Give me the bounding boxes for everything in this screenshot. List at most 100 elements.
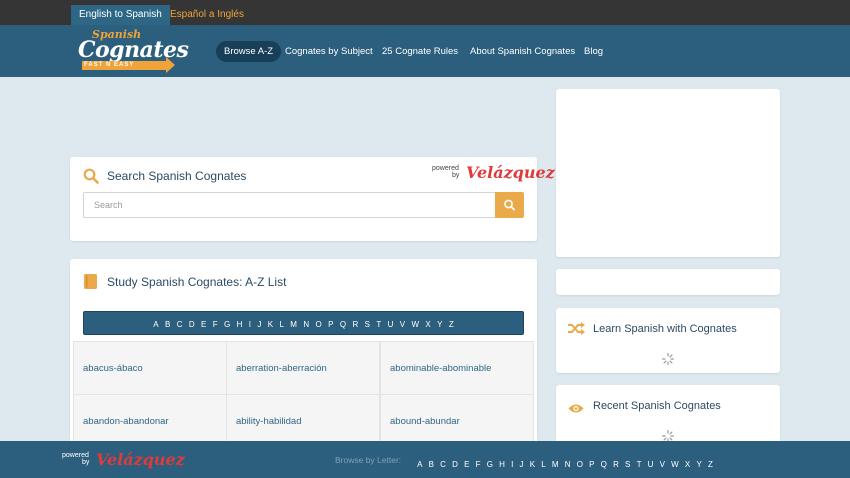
search-input[interactable] [83, 192, 495, 218]
footer-letter-w[interactable]: W [671, 460, 679, 469]
letter-v[interactable]: V [400, 314, 405, 336]
footer-letter-g[interactable]: G [487, 460, 493, 469]
footer-letter-nav: ABCDEFGHIJKLMNOPQRSTUVWXYZ [414, 454, 716, 472]
footer-letter-f[interactable]: F [476, 460, 481, 469]
search-icon [83, 168, 99, 189]
language-bar: English to Spanish Español a Inglés [0, 0, 850, 25]
powered-by-text-2: by [452, 172, 460, 179]
nav-browse-a-z[interactable]: Browse A-Z [216, 41, 282, 62]
footer-letter-q[interactable]: Q [601, 460, 607, 469]
footer-letter-x[interactable]: X [685, 460, 690, 469]
letter-i[interactable]: I [249, 314, 251, 336]
letter-g[interactable]: G [224, 314, 230, 336]
tab-spanish-to-english[interactable]: Español a Inglés [162, 5, 252, 25]
footer-letter-j[interactable]: J [520, 460, 524, 469]
letter-k[interactable]: K [268, 314, 273, 336]
footer-letter-o[interactable]: O [577, 460, 583, 469]
tab-english-to-spanish[interactable]: English to Spanish [71, 5, 170, 25]
footer-letter-k[interactable]: K [530, 460, 535, 469]
letter-m[interactable]: M [290, 314, 297, 336]
book-icon [84, 274, 97, 294]
footer-letter-y[interactable]: Y [696, 460, 701, 469]
letter-u[interactable]: U [388, 314, 394, 336]
eye-icon [568, 401, 584, 419]
footer-letter-m[interactable]: M [552, 460, 559, 469]
cognate-link[interactable]: abacus-ábaco [73, 341, 227, 395]
footer-letter-t[interactable]: T [637, 460, 642, 469]
site-footer: powered by Velázquez Browse by Letter: A… [0, 441, 850, 478]
nav-about-spanish-cognates[interactable]: About Spanish Cognates [470, 41, 575, 62]
nav-blog[interactable]: Blog [584, 41, 603, 62]
learn-spanish-card: Learn Spanish with Cognates [556, 308, 780, 373]
letter-y[interactable]: Y [437, 314, 442, 336]
recent-cognates-title: Recent Spanish Cognates [593, 400, 721, 412]
browse-by-letter-label: Browse by Letter: [335, 455, 402, 465]
cognate-link[interactable]: abandon-abandonar [73, 394, 227, 448]
letter-w[interactable]: W [411, 314, 419, 336]
cognate-link[interactable]: aberration-aberración [226, 341, 380, 395]
footer-letter-z[interactable]: Z [708, 460, 713, 469]
letter-s[interactable]: S [365, 314, 370, 336]
letter-f[interactable]: F [213, 314, 218, 336]
shuffle-icon [568, 322, 585, 340]
footer-letter-r[interactable]: R [613, 460, 619, 469]
letter-z[interactable]: Z [449, 314, 454, 336]
loading-spinner-icon [661, 429, 675, 443]
nav-25-cognate-rules[interactable]: 25 Cognate Rules [382, 41, 458, 62]
site-logo[interactable]: Spanish Cognates FAST N EASY [78, 28, 189, 74]
nav-cognates-by-subject[interactable]: Cognates by Subject [285, 41, 373, 62]
footer-letter-p[interactable]: P [589, 460, 594, 469]
cognate-link[interactable]: ability-habilidad [226, 394, 380, 448]
footer-powered-by-velazquez[interactable]: powered by Velázquez [62, 449, 185, 471]
site-header: Spanish Cognates FAST N EASY Browse A-Z … [0, 25, 850, 77]
footer-letter-n[interactable]: N [565, 460, 571, 469]
az-list-card: Study Spanish Cognates: A-Z List ABCDEFG… [70, 259, 537, 449]
velazquez-logo: Velázquez [96, 450, 185, 469]
sidebar-ad-slot [556, 89, 780, 257]
learn-spanish-title: Learn Spanish with Cognates [593, 323, 737, 335]
letter-b[interactable]: B [165, 314, 170, 336]
powered-by-text: powered [432, 165, 459, 172]
logo-arrowhead [166, 57, 175, 73]
footer-letter-u[interactable]: U [648, 460, 654, 469]
letter-c[interactable]: C [177, 314, 183, 336]
letter-h[interactable]: H [237, 314, 243, 336]
footer-letter-a[interactable]: A [417, 460, 422, 469]
az-list-title: Study Spanish Cognates: A-Z List [107, 275, 287, 289]
letter-l[interactable]: L [279, 314, 283, 336]
search-card-title: Search Spanish Cognates [107, 169, 247, 183]
letter-o[interactable]: O [316, 314, 322, 336]
letter-r[interactable]: R [352, 314, 358, 336]
letter-e[interactable]: E [201, 314, 206, 336]
loading-spinner-icon [661, 352, 675, 366]
cognate-link[interactable]: abound-abundar [380, 394, 534, 448]
search-button-icon [504, 199, 515, 211]
powered-by-text: powered [62, 452, 89, 459]
footer-letter-b[interactable]: B [429, 460, 434, 469]
letter-n[interactable]: N [303, 314, 309, 336]
az-letter-bar: ABCDEFGHIJKLMNOPQRSTUVWXYZ [83, 311, 524, 335]
footer-letter-v[interactable]: V [660, 460, 665, 469]
search-card: Search Spanish Cognates powered by Veláz… [70, 157, 555, 241]
velazquez-logo: Velázquez [466, 163, 555, 182]
powered-by-text-2: by [82, 459, 90, 466]
footer-letter-i[interactable]: I [511, 460, 513, 469]
letter-t[interactable]: T [376, 314, 381, 336]
letter-j[interactable]: J [257, 314, 261, 336]
footer-letter-l[interactable]: L [541, 460, 545, 469]
footer-letter-s[interactable]: S [625, 460, 630, 469]
search-button[interactable] [495, 192, 524, 218]
letter-x[interactable]: X [425, 314, 430, 336]
footer-letter-h[interactable]: H [499, 460, 505, 469]
powered-by-velazquez[interactable]: powered by Velázquez [432, 162, 555, 184]
logo-tagline: FAST N EASY [84, 62, 135, 68]
letter-p[interactable]: P [328, 314, 333, 336]
footer-letter-d[interactable]: D [452, 460, 458, 469]
letter-q[interactable]: Q [340, 314, 346, 336]
cognate-link[interactable]: abominable-abominable [380, 341, 534, 395]
letter-a[interactable]: A [153, 314, 158, 336]
footer-letter-e[interactable]: E [464, 460, 469, 469]
sidebar-empty-card [556, 269, 780, 295]
letter-d[interactable]: D [189, 314, 195, 336]
footer-letter-c[interactable]: C [440, 460, 446, 469]
